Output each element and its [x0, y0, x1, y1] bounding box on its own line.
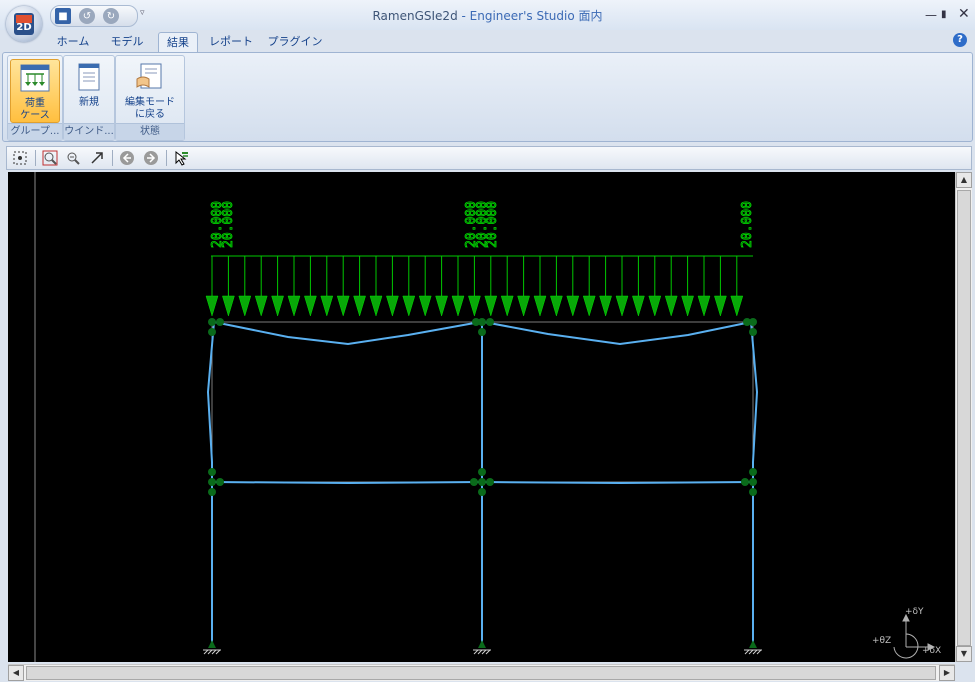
- load-arrow-head: [533, 295, 547, 317]
- axis-label-x: +δX: [922, 646, 941, 656]
- load-arrow-head: [271, 295, 284, 317]
- load-arrow-head: [287, 295, 301, 317]
- model-view[interactable]: 20.000 20.000 20.000 20.000 20.000 20.00…: [8, 172, 955, 662]
- vertical-scrollbar[interactable]: ▲ ▼: [955, 172, 972, 662]
- ribbon-tabs: ホーム モデル 結果 レポート プラグイン: [0, 30, 975, 53]
- supports: [203, 640, 762, 655]
- load-arrow-head: [632, 295, 645, 317]
- load-arrow-head: [484, 295, 498, 317]
- load-arrow-head: [664, 295, 678, 317]
- load-arrow-head: [435, 295, 448, 317]
- application-button[interactable]: 2D: [6, 6, 42, 42]
- edit-mode-icon: [136, 63, 162, 89]
- ribbon-group-label: 状態: [116, 123, 184, 140]
- customize-qat-icon[interactable]: ▿: [140, 8, 145, 18]
- window-title-product: - Engineer's Studio 面内: [457, 9, 603, 23]
- edit-mode-label-2: に戻る: [135, 109, 165, 120]
- new-window-button[interactable]: 新規: [66, 59, 112, 121]
- view-toolbar: [6, 146, 972, 170]
- load-arrow-head: [369, 295, 383, 317]
- ribbon-group-label: グループ...: [8, 123, 62, 140]
- load-arrow-head: [468, 295, 481, 317]
- load-case-icon: [20, 64, 50, 92]
- ribbon-group-window: 新規 ウインド...: [63, 55, 115, 141]
- tab-report[interactable]: レポート: [206, 32, 256, 52]
- load-arrow-head: [582, 295, 596, 317]
- tab-plugin[interactable]: プラグイン: [264, 32, 326, 52]
- load-arrow-head: [386, 295, 399, 317]
- window-title: RamenGSIe2d - Engineer's Studio 面内: [0, 7, 975, 24]
- load-arrow-head: [238, 295, 252, 317]
- axis-label-y: +δY: [905, 607, 924, 617]
- title-bar: RamenGSIe2d - Engineer's Studio 面内 ■ ↺ ↻…: [0, 0, 975, 30]
- edit-mode-label-1: 編集モード: [125, 97, 175, 108]
- scroll-left-icon[interactable]: ◀: [8, 665, 24, 681]
- load-label: 20.000: [221, 201, 236, 248]
- load-arrow-head: [714, 295, 727, 317]
- zoom-out-icon[interactable]: [65, 150, 81, 166]
- load-case-button[interactable]: 荷重 ケース: [10, 59, 60, 123]
- load-arrow-head: [599, 295, 612, 317]
- minimize-icon[interactable]: —: [925, 8, 937, 22]
- scroll-right-icon[interactable]: ▶: [939, 665, 955, 681]
- load-arrow-head: [304, 295, 317, 317]
- save-icon[interactable]: ■: [55, 8, 71, 24]
- load-arrow-head: [500, 295, 514, 317]
- horizontal-scroll-thumb[interactable]: [26, 666, 936, 680]
- frame-diagram: 20.000 20.000 20.000 20.000 20.000 20.00…: [34, 172, 941, 662]
- tab-model[interactable]: モデル: [104, 32, 150, 52]
- return-edit-mode-button[interactable]: 編集モード に戻る: [118, 59, 182, 121]
- ribbon-panel: 荷重 ケース グループ... 新規 ウインド... 編集モード に戻る 状態: [2, 52, 973, 142]
- app-logo-icon: 2D: [14, 13, 34, 35]
- load-arrow-head: [517, 295, 530, 317]
- close-icon[interactable]: ✕: [958, 6, 970, 22]
- quick-access-toolbar: ■ ↺ ↻: [50, 5, 138, 27]
- help-icon[interactable]: ?: [953, 33, 967, 47]
- load-label: 20.000: [485, 201, 500, 248]
- undo-icon[interactable]: ↺: [79, 8, 95, 24]
- load-case-label-1: 荷重: [25, 98, 45, 109]
- horizontal-scrollbar[interactable]: ◀ ▶: [8, 664, 955, 681]
- maximize-icon[interactable]: ▮: [941, 9, 947, 20]
- load-arrow-head: [550, 295, 563, 317]
- pointer-icon[interactable]: [173, 150, 189, 166]
- axis-indicator: +δY +δX +θZ: [872, 607, 941, 659]
- new-window-icon: [78, 63, 100, 91]
- load-arrow-head: [336, 295, 350, 317]
- load-arrow-head: [697, 295, 711, 317]
- load-arrow-head: [615, 295, 629, 317]
- new-window-label: 新規: [79, 97, 99, 108]
- load-arrow-head: [222, 295, 235, 317]
- back-icon[interactable]: [119, 150, 135, 166]
- load-arrow-head: [566, 295, 580, 317]
- load-label: 20.000: [740, 201, 755, 248]
- redo-icon[interactable]: ↻: [103, 8, 119, 24]
- scroll-down-icon[interactable]: ▼: [956, 646, 972, 662]
- select-icon[interactable]: [12, 150, 28, 166]
- load-arrow-head: [205, 295, 219, 317]
- load-case-label-2: ケース: [20, 110, 50, 121]
- load-arrow-head: [648, 295, 662, 317]
- load-arrow-head: [681, 295, 694, 317]
- arrow-icon[interactable]: [89, 150, 105, 166]
- tab-results[interactable]: 結果: [158, 32, 198, 53]
- ribbon-group-label: ウインド...: [64, 123, 114, 140]
- load-arrow-head: [451, 295, 465, 317]
- load-arrow-head: [418, 295, 432, 317]
- load-arrow-head: [254, 295, 268, 317]
- zoom-window-icon[interactable]: [42, 150, 58, 166]
- load-arrow-head: [730, 295, 744, 317]
- tab-home[interactable]: ホーム: [52, 32, 94, 52]
- load-arrow-head: [353, 295, 366, 317]
- window-title-app: RamenGSIe2d: [372, 9, 458, 23]
- load-arrow-head: [402, 295, 416, 317]
- axis-label-z: +θZ: [872, 636, 891, 646]
- vertical-scroll-thumb[interactable]: [957, 190, 971, 646]
- ribbon-group-load-case: 荷重 ケース グループ...: [7, 55, 63, 141]
- ribbon-group-state: 編集モード に戻る 状態: [115, 55, 185, 141]
- load-arrow-head: [320, 295, 334, 317]
- forward-icon[interactable]: [143, 150, 159, 166]
- scroll-up-icon[interactable]: ▲: [956, 172, 972, 188]
- load-arrows: [205, 255, 753, 317]
